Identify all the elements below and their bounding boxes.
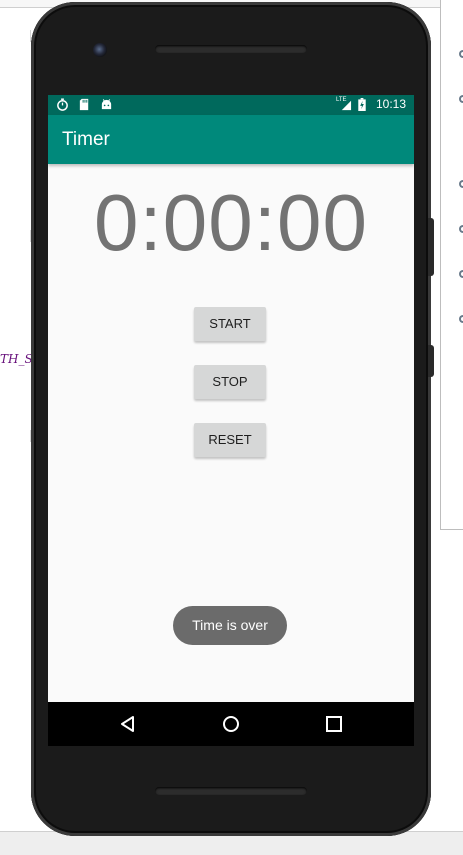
recents-icon[interactable]: [324, 714, 344, 734]
front-camera: [93, 43, 107, 57]
toast-message: Time is over: [173, 606, 287, 645]
app-bar: Timer: [48, 115, 414, 164]
device-screen: LTE 10:13 Timer 0:00:00 START STOP RESET…: [48, 95, 414, 702]
ide-side-panel: [440, 0, 463, 530]
ide-code-fragment: TH_S: [0, 352, 33, 366]
reset-button[interactable]: RESET: [194, 423, 266, 457]
top-speaker: [155, 45, 307, 53]
desktop-stage: TH_S LTE 10:13 Timer 0:00:00 START STOP …: [0, 0, 463, 855]
status-bar: LTE 10:13: [48, 95, 414, 115]
android-icon: [101, 99, 112, 110]
lte-signal-icon: [341, 100, 352, 111]
status-time: 10:13: [375, 97, 406, 111]
power-button[interactable]: [428, 345, 434, 377]
start-button[interactable]: START: [194, 307, 266, 341]
sd-card-icon: [79, 98, 89, 111]
app-title: Timer: [62, 129, 110, 150]
navigation-bar: [48, 702, 414, 746]
ide-gutter: [0, 0, 34, 830]
battery-charging-icon: [358, 98, 366, 111]
timer-display: 0:00:00: [94, 178, 368, 267]
back-icon[interactable]: [118, 714, 138, 734]
stopwatch-icon: [57, 98, 68, 111]
home-icon[interactable]: [221, 714, 241, 734]
volume-button[interactable]: [428, 218, 434, 276]
bottom-speaker: [155, 787, 307, 795]
stop-button[interactable]: STOP: [194, 365, 266, 399]
